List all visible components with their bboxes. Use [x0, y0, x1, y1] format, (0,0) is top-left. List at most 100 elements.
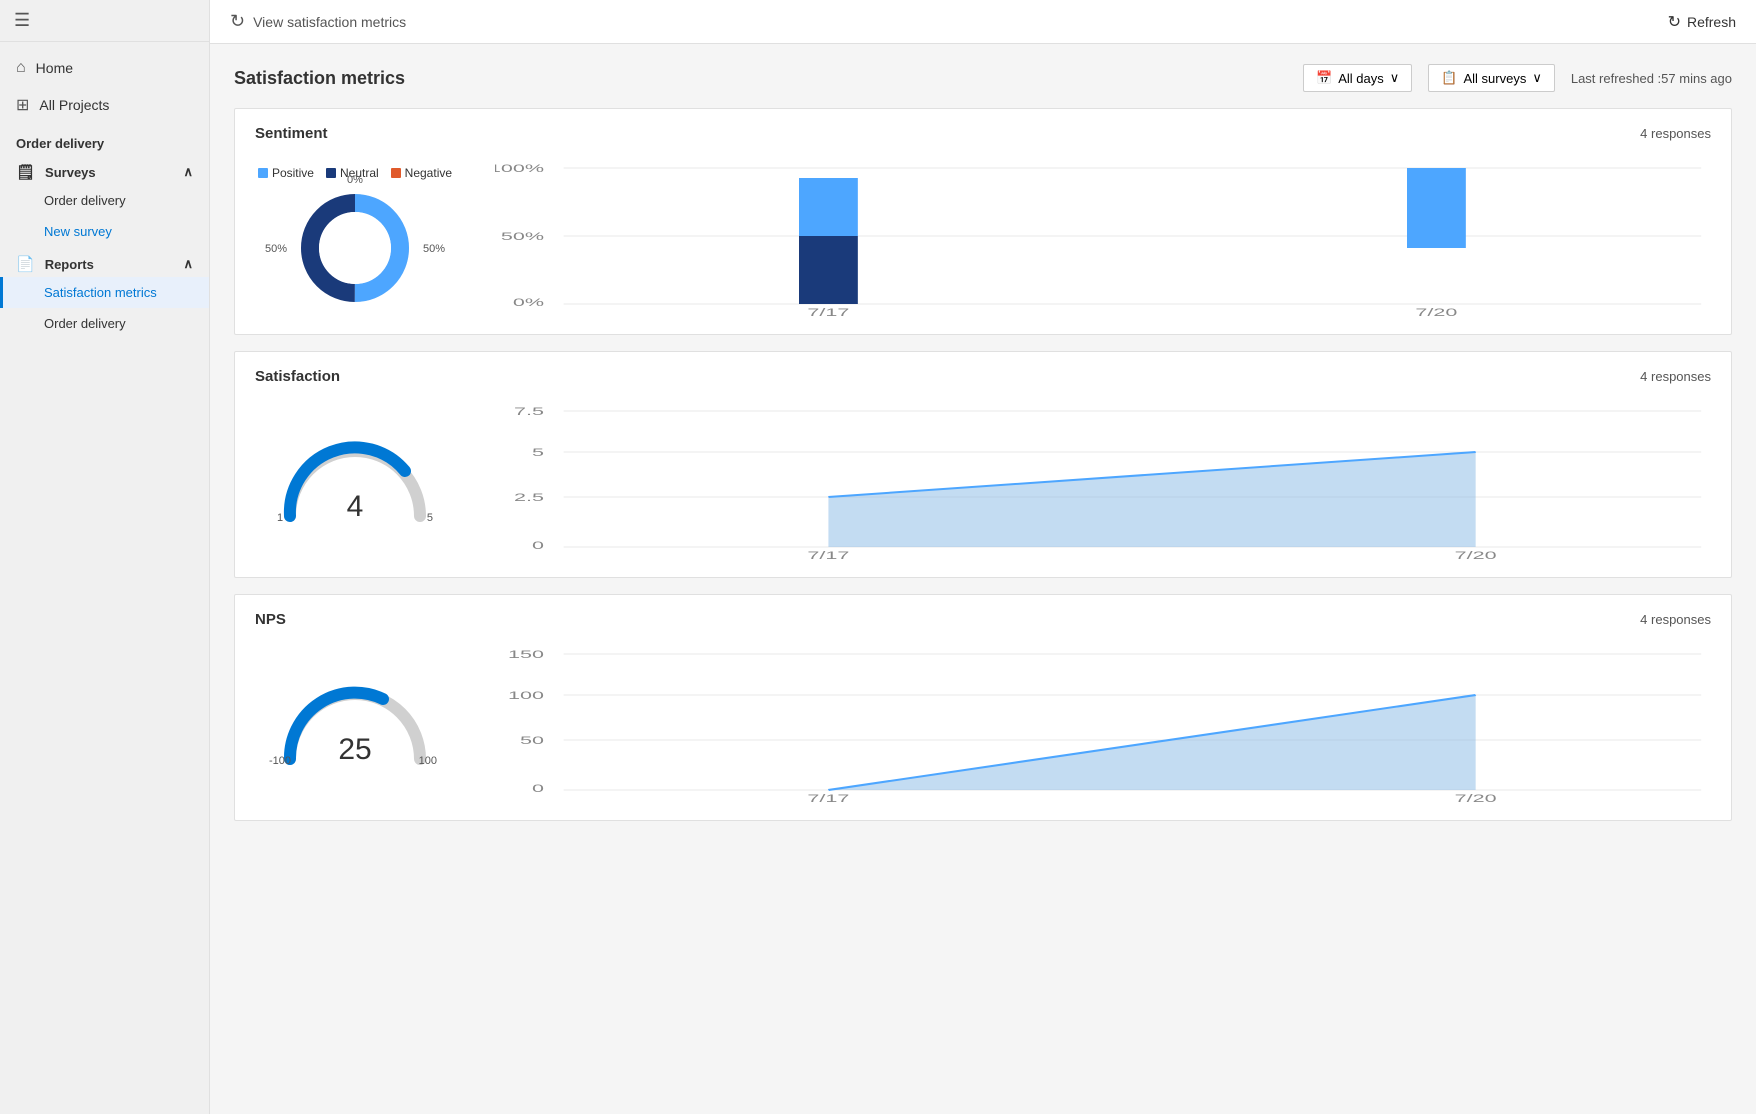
filter-days-button[interactable]: 📅 All days ∨ [1303, 64, 1412, 92]
surveys-section[interactable]: 🗒 Surveys ∧ [0, 155, 209, 185]
nps-gauge-min: -100 [269, 755, 291, 767]
last-refreshed: Last refreshed :57 mins ago [1571, 71, 1732, 86]
nps-area-chart: 150 100 50 0 7/17 [495, 644, 1711, 804]
svg-text:0%: 0% [513, 296, 544, 308]
sidebar: ☰ ⌂ Home ⊞ All Projects Order delivery 🗒… [0, 0, 210, 1114]
satisfaction-card: Satisfaction 4 responses 4 1 [234, 351, 1732, 578]
nps-card-responses: 4 responses [1640, 612, 1711, 627]
order-delivery-report-label: Order delivery [44, 316, 126, 331]
filter-days-label: All days [1338, 71, 1384, 86]
content-area: Satisfaction metrics 📅 All days ∨ 📋 All … [210, 44, 1756, 1114]
sentiment-card: Sentiment 4 responses Positive Neutral [234, 108, 1732, 335]
reports-icon: 📄 [16, 255, 35, 273]
svg-text:7.5: 7.5 [514, 405, 544, 417]
donut-label-right: 50% [423, 243, 445, 255]
svg-text:0: 0 [532, 539, 544, 551]
svg-text:7/20: 7/20 [1415, 306, 1457, 318]
home-icon: ⌂ [16, 59, 26, 77]
satisfaction-area-chart: 7.5 5 2.5 0 7/17 [495, 401, 1711, 561]
sidebar-top: ☰ [0, 0, 209, 42]
surveys-filter-icon: 📋 [1441, 70, 1457, 86]
sentiment-card-responses: 4 responses [1640, 126, 1711, 141]
svg-text:0: 0 [532, 782, 544, 794]
svg-text:2.5: 2.5 [514, 491, 544, 503]
sentiment-bar-chart: 100% 50% 0% [495, 158, 1711, 318]
order-delivery-survey-label: Order delivery [44, 193, 126, 208]
filter-surveys-label: All surveys [1463, 71, 1526, 86]
svg-text:7/17: 7/17 [807, 549, 849, 561]
svg-text:100: 100 [508, 689, 544, 701]
nps-area-svg: 150 100 50 0 7/17 [495, 644, 1711, 804]
sidebar-item-all-projects[interactable]: ⊞ All Projects [0, 86, 209, 124]
sidebar-item-satisfaction-metrics[interactable]: Satisfaction metrics [0, 277, 209, 308]
page-title: Satisfaction metrics [234, 68, 405, 89]
svg-text:7/17: 7/17 [807, 792, 849, 804]
nps-card-body: 25 -100 100 150 100 50 0 [255, 644, 1711, 804]
nps-card: NPS 4 responses 25 -100 100 [234, 594, 1732, 821]
satisfaction-gauge-value: 4 [347, 490, 364, 524]
donut-label-left: 50% [265, 243, 287, 255]
nps-gauge-max: 100 [419, 755, 437, 767]
negative-dot [391, 168, 401, 178]
satisfaction-card-responses: 4 responses [1640, 369, 1711, 384]
surveys-label: Surveys [45, 165, 96, 180]
satisfaction-card-header: Satisfaction 4 responses [255, 368, 1711, 385]
new-survey-label: New survey [44, 224, 112, 239]
grid-icon: ⊞ [16, 95, 29, 115]
satisfaction-gauge-max: 5 [427, 512, 433, 524]
sentiment-bar-svg: 100% 50% 0% [495, 158, 1711, 318]
svg-text:150: 150 [508, 648, 544, 660]
page-filters: 📅 All days ∨ 📋 All surveys ∨ Last refres… [1303, 64, 1732, 92]
satisfaction-area-svg: 7.5 5 2.5 0 7/17 [495, 401, 1711, 561]
satisfaction-gauge-min: 1 [277, 512, 283, 524]
donut-label-top: 0% [347, 174, 363, 186]
main-content: ↻ View satisfaction metrics ↻ Refresh Sa… [210, 0, 1756, 1114]
filter-surveys-chevron: ∨ [1532, 70, 1542, 86]
legend-negative: Negative [391, 166, 452, 180]
neutral-dot [326, 168, 336, 178]
nps-gauge-value: 25 [338, 733, 371, 767]
calendar-icon: 📅 [1316, 70, 1332, 86]
sentiment-card-title: Sentiment [255, 125, 328, 142]
surveys-chevron-icon: ∧ [183, 164, 193, 180]
svg-text:50%: 50% [501, 230, 544, 242]
filter-surveys-button[interactable]: 📋 All surveys ∨ [1428, 64, 1555, 92]
sidebar-nav: ⌂ Home ⊞ All Projects Order delivery 🗒 S… [0, 42, 209, 347]
sentiment-card-header: Sentiment 4 responses [255, 125, 1711, 142]
svg-text:7/17: 7/17 [807, 306, 849, 318]
order-delivery-section: Order delivery [0, 124, 209, 155]
svg-text:7/20: 7/20 [1455, 549, 1497, 561]
nps-card-header: NPS 4 responses [255, 611, 1711, 628]
topbar: ↻ View satisfaction metrics ↻ Refresh [210, 0, 1756, 44]
reports-section[interactable]: 📄 Reports ∧ [0, 247, 209, 277]
filter-days-chevron: ∨ [1390, 70, 1400, 86]
sentiment-donut-container: Positive Neutral Negative 0% 50 [255, 166, 455, 311]
reports-label: Reports [45, 257, 94, 272]
hamburger-icon[interactable]: ☰ [14, 10, 30, 31]
page-header: Satisfaction metrics 📅 All days ∨ 📋 All … [234, 64, 1732, 92]
breadcrumb-label: View satisfaction metrics [253, 14, 406, 30]
refresh-icon: ↻ [1668, 12, 1681, 32]
satisfaction-metrics-label: Satisfaction metrics [44, 285, 157, 300]
sidebar-item-order-delivery-report[interactable]: Order delivery [0, 308, 209, 339]
sidebar-item-order-delivery-survey[interactable]: Order delivery [0, 185, 209, 216]
satisfaction-gauge-container: 4 1 5 [255, 436, 455, 526]
sidebar-item-home[interactable]: ⌂ Home [0, 50, 209, 86]
refresh-label: Refresh [1687, 14, 1736, 30]
donut-chart-svg [295, 188, 415, 308]
refresh-button[interactable]: ↻ Refresh [1668, 12, 1736, 32]
svg-text:50: 50 [520, 734, 544, 746]
breadcrumb-icon: ↻ [230, 11, 245, 32]
sentiment-card-body: Positive Neutral Negative 0% 50 [255, 158, 1711, 318]
nps-card-title: NPS [255, 611, 286, 628]
svg-text:5: 5 [532, 446, 544, 458]
svg-text:7/20: 7/20 [1455, 792, 1497, 804]
legend-positive: Positive [258, 166, 314, 180]
sidebar-home-label: Home [36, 60, 73, 76]
positive-dot [258, 168, 268, 178]
surveys-icon: 🗒 [16, 163, 35, 181]
sidebar-item-new-survey[interactable]: New survey [0, 216, 209, 247]
donut-wrap: 0% 50% 50% [295, 188, 415, 311]
positive-label: Positive [272, 166, 314, 180]
reports-chevron-icon: ∧ [183, 256, 193, 272]
